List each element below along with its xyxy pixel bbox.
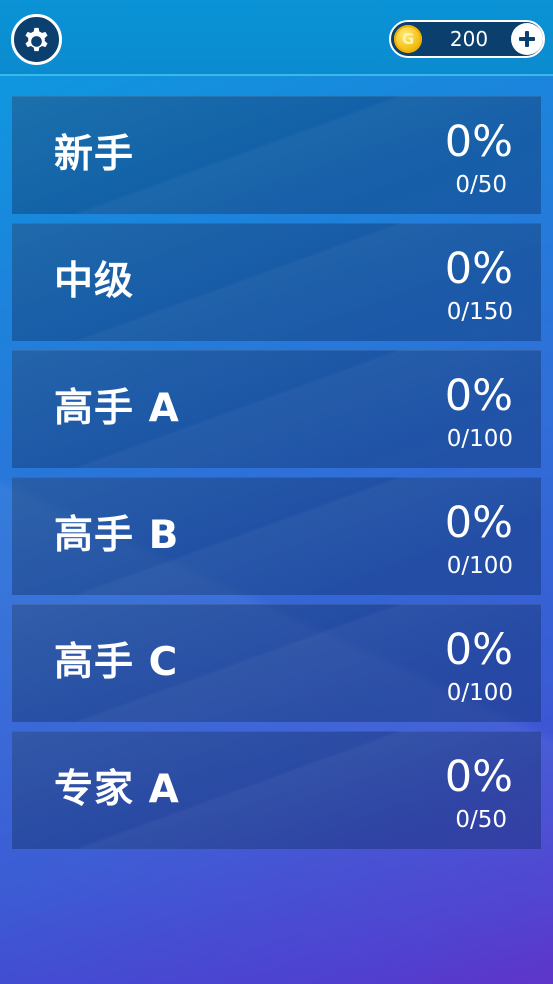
coin-icon-letter: G [401,30,415,48]
level-progress: 0/100 [446,553,513,579]
level-card-novice[interactable]: 新手 0% 0/50 [12,96,541,214]
level-percent: 0% [444,117,513,167]
gear-icon [25,27,48,52]
level-progress: 0/100 [446,680,513,706]
level-percent: 0% [444,498,513,548]
level-name: 高手 A [54,386,180,431]
coin-icon: G [394,25,422,53]
settings-button[interactable] [11,14,62,65]
level-name: 中级 [54,259,135,304]
plus-icon [519,31,535,47]
coin-balance: G 200 [389,20,545,58]
level-progress: 0/50 [455,172,507,198]
level-name: 专家 A [54,767,180,812]
coin-count: 200 [449,27,489,51]
level-percent: 0% [444,625,513,675]
level-percent: 0% [444,244,513,294]
level-name: 高手 B [54,513,180,558]
level-percent: 0% [444,752,513,802]
level-progress: 0/50 [455,807,507,833]
level-card-master-b[interactable]: 高手 B 0% 0/100 [12,477,541,595]
level-name: 高手 C [54,640,179,685]
level-percent: 0% [444,371,513,421]
level-card-master-c[interactable]: 高手 C 0% 0/100 [12,604,541,722]
level-card-intermediate[interactable]: 中级 0% 0/150 [12,223,541,341]
level-progress: 0/100 [446,426,513,452]
add-coins-button[interactable] [511,23,543,55]
top-bar: G 200 [0,0,553,76]
level-name: 新手 [54,132,135,177]
level-list: 新手 0% 0/50 中级 0% 0/150 高手 A 0% 0/100 高手 … [12,96,541,858]
level-card-master-a[interactable]: 高手 A 0% 0/100 [12,350,541,468]
level-card-expert-a[interactable]: 专家 A 0% 0/50 [12,731,541,849]
level-progress: 0/150 [446,299,513,325]
